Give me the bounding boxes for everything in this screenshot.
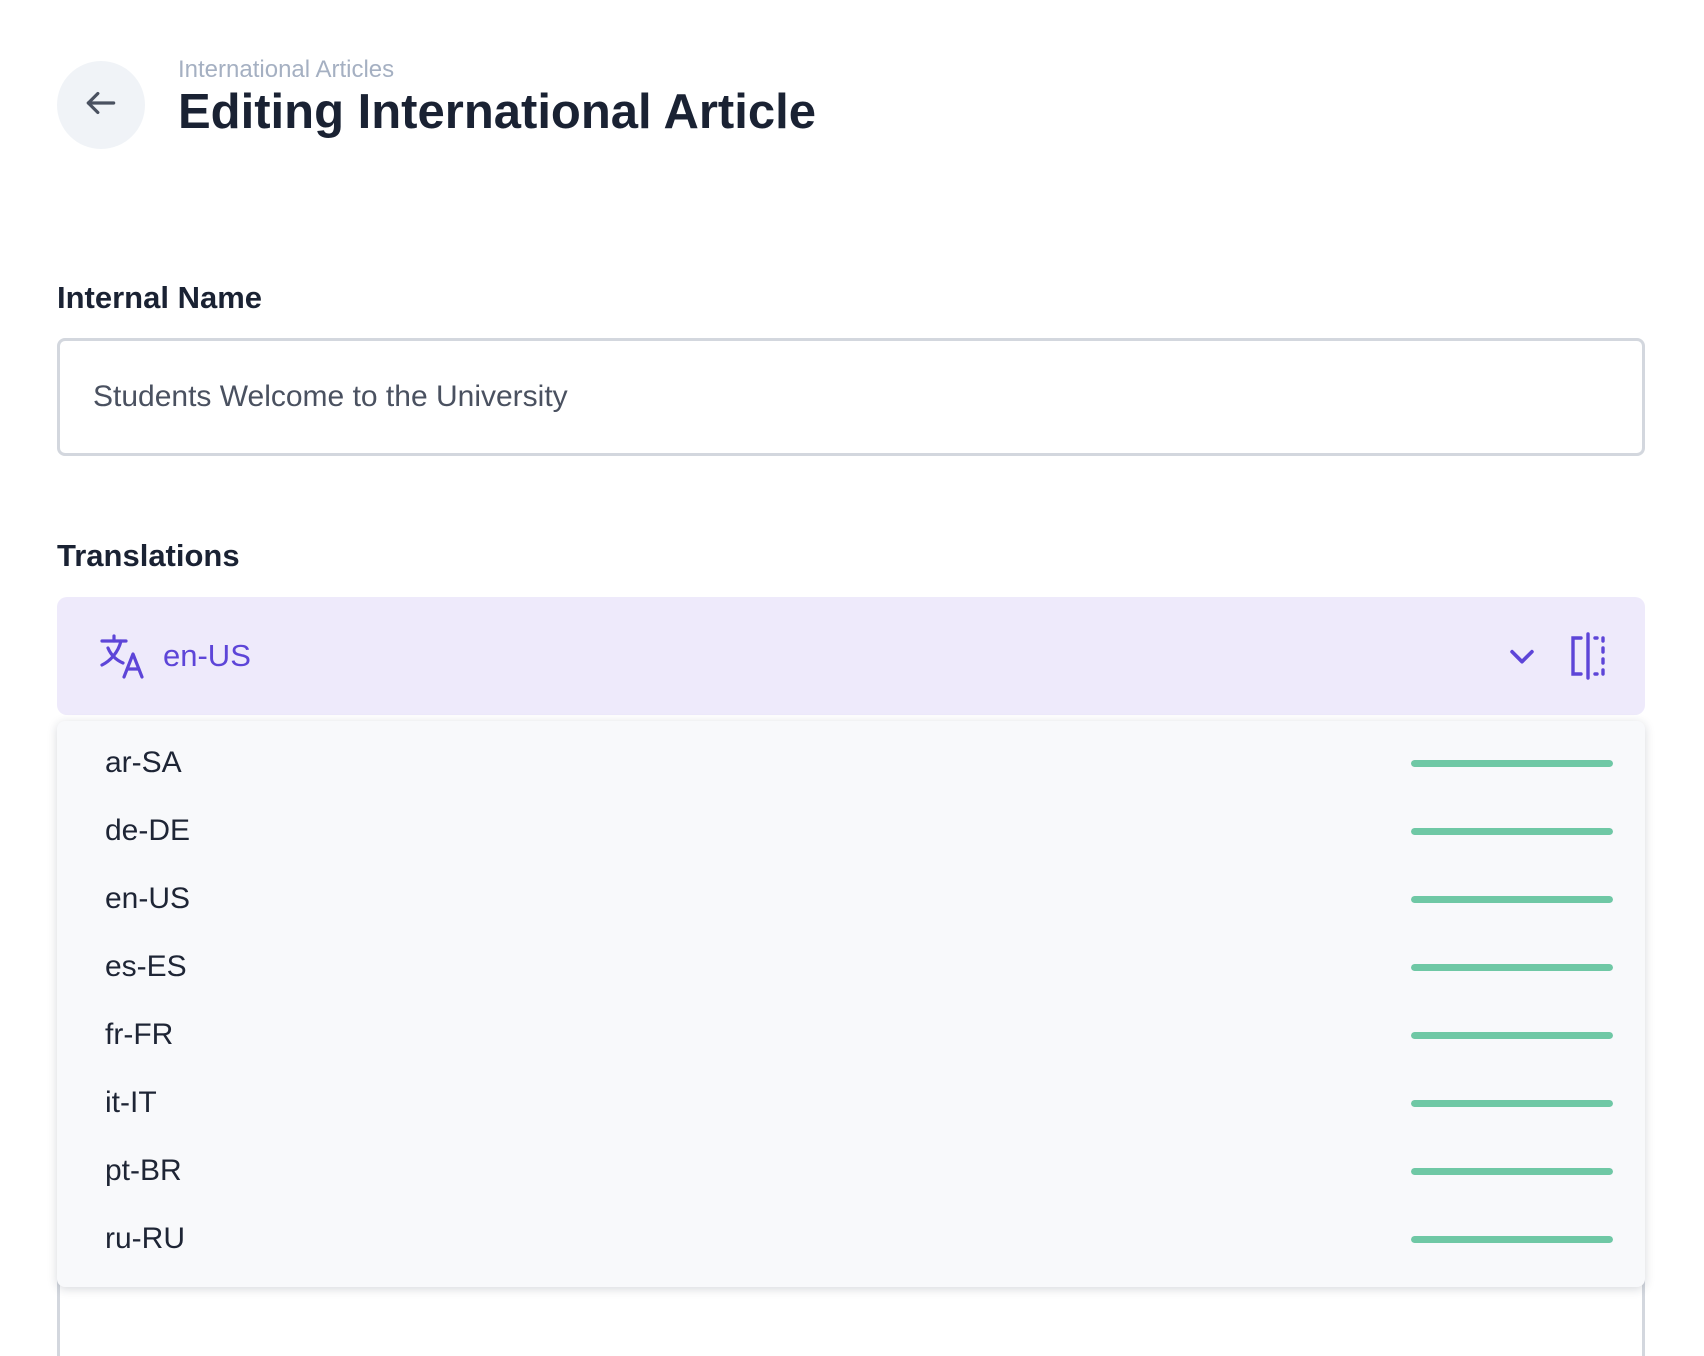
locale-option-label: ru-RU [105,1222,185,1255]
locale-option-label: de-DE [105,814,191,847]
locale-option-label: it-IT [105,1086,157,1119]
translation-progress-bar [1411,963,1613,971]
translation-progress-fill [1411,963,1613,971]
title-block: International Articles Editing Internati… [178,56,816,140]
translation-progress-fill [1411,1099,1613,1107]
locale-option-label: pt-BR [105,1154,182,1187]
locale-option[interactable]: es-ES [57,933,1645,1001]
locale-dropdown: ar-SA de-DE en-US es-ES fr-FR it-IT pt-BR ru-RU [57,721,1645,1287]
article-editor-page: International Articles Editing Internati… [0,0,1704,1356]
back-button[interactable] [57,61,145,149]
locale-option[interactable]: it-IT [57,1069,1645,1137]
translation-progress-fill [1411,759,1613,767]
locale-option[interactable]: ar-SA [57,729,1645,797]
translation-progress-fill [1411,1031,1613,1039]
locale-option[interactable]: pt-BR [57,1137,1645,1205]
locale-option[interactable]: ru-RU [57,1205,1645,1273]
locale-option-label: fr-FR [105,1018,174,1051]
translation-progress-fill [1411,827,1613,835]
translate-icon [99,632,147,680]
locale-option-label: en-US [105,882,191,915]
chevron-down-icon[interactable] [1505,639,1539,673]
translation-progress-bar [1411,1099,1613,1107]
locale-option[interactable]: fr-FR [57,1001,1645,1069]
breadcrumb[interactable]: International Articles [178,56,816,84]
translations-label: Translations [57,538,240,573]
translation-progress-bar [1411,827,1613,835]
page-header: International Articles Editing Internati… [57,56,816,149]
page-title: Editing International Article [178,85,816,139]
arrow-left-icon [82,84,120,127]
translation-progress-bar [1411,759,1613,767]
translation-progress-bar [1411,1167,1613,1175]
translation-progress-bar [1411,895,1613,903]
selected-locale: en-US [163,638,251,673]
translation-progress-fill [1411,1167,1613,1175]
translation-progress-fill [1411,895,1613,903]
locale-selector[interactable]: en-US [57,597,1645,715]
translation-progress-bar [1411,1031,1613,1039]
translation-progress-bar [1411,1235,1613,1243]
internal-name-label: Internal Name [57,280,263,315]
translation-progress-fill [1411,1235,1613,1243]
locale-option-label: ar-SA [105,746,182,779]
locale-option-label: es-ES [105,950,187,983]
locale-option[interactable]: en-US [57,865,1645,933]
split-view-icon[interactable] [1567,632,1609,680]
locale-option[interactable]: de-DE [57,797,1645,865]
internal-name-input[interactable] [57,338,1645,456]
